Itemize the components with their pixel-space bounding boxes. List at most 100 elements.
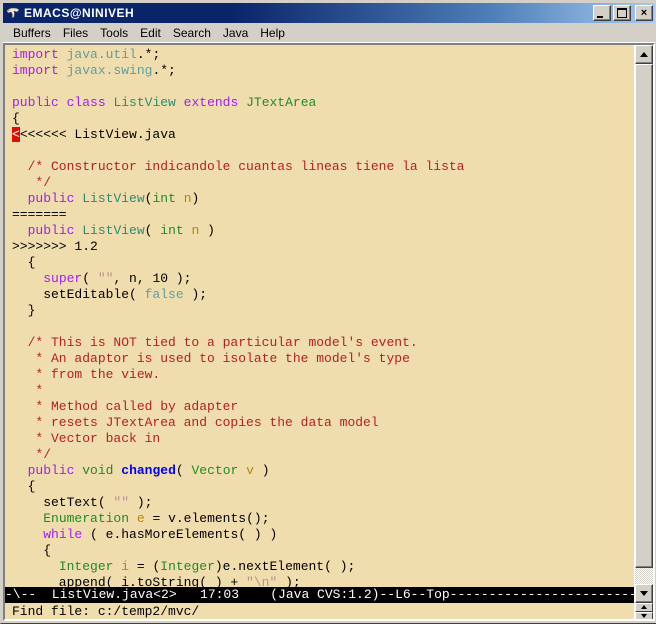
code-token: Integer <box>59 559 114 574</box>
scrollbar-down-button[interactable] <box>635 584 653 603</box>
code-token <box>59 47 67 62</box>
arrow-up-icon <box>640 52 648 57</box>
emacs-gnu-icon <box>5 5 21 21</box>
code-line: * <box>12 383 634 399</box>
code-token: "\n" <box>246 575 277 587</box>
minimize-icon <box>597 16 603 18</box>
code-token: JTextArea <box>246 95 316 110</box>
code-line: super( "", n, 10 ); <box>12 271 634 287</box>
code-column: import java.util.*;import javax.swing.*;… <box>5 45 634 603</box>
minibuffer-scrollbar[interactable] <box>634 603 653 620</box>
minibuffer-scroll-down-button[interactable] <box>635 612 653 621</box>
menu-item-search[interactable]: Search <box>167 24 217 42</box>
code-token: * Vector back in <box>12 431 160 446</box>
main-row: import java.util.*;import javax.swing.*;… <box>5 45 653 603</box>
code-area[interactable]: import java.util.*;import javax.swing.*;… <box>5 45 634 587</box>
code-token: * Method called by adapter <box>12 399 238 414</box>
menu-item-help[interactable]: Help <box>254 24 291 42</box>
scrollbar-trough[interactable] <box>635 568 653 584</box>
code-token: )e.nextElement( ); <box>215 559 355 574</box>
scrollbar-thumb[interactable] <box>635 64 653 568</box>
code-token: .*; <box>137 47 160 62</box>
code-line: { <box>12 111 634 127</box>
code-token: void <box>82 463 113 478</box>
scrollbar-up-button[interactable] <box>635 45 653 64</box>
minibuffer-scroll-up-button[interactable] <box>635 603 653 612</box>
code-token: import <box>12 47 59 62</box>
code-token: changed <box>121 463 176 478</box>
code-token: * An adaptor is used to isolate the mode… <box>12 351 410 366</box>
code-token: .*; <box>152 63 175 78</box>
code-token: Vector <box>191 463 238 478</box>
code-token: "" <box>113 495 129 510</box>
code-line: Integer i = (Integer)e.nextElement( ); <box>12 559 634 575</box>
code-token: append( i.toString( ) + <box>12 575 246 587</box>
text-cursor: < <box>12 127 20 142</box>
code-token: /* Constructor indicandole cuantas linea… <box>12 159 464 174</box>
code-token: setText( <box>12 495 113 510</box>
minimize-button[interactable] <box>593 5 611 21</box>
code-token: = v.elements(); <box>145 511 270 526</box>
code-token <box>129 511 137 526</box>
code-line: Enumeration e = v.elements(); <box>12 511 634 527</box>
code-token <box>12 559 59 574</box>
close-button[interactable]: × <box>635 5 653 21</box>
code-token: int <box>160 223 183 238</box>
code-token <box>12 191 28 206</box>
menu-item-edit[interactable]: Edit <box>134 24 167 42</box>
code-token: ) <box>254 463 270 478</box>
code-line: { <box>12 479 634 495</box>
code-token: public <box>28 223 75 238</box>
code-token: import <box>12 63 59 78</box>
code-token: "" <box>98 271 114 286</box>
menu-item-java[interactable]: Java <box>217 24 254 42</box>
menu-item-buffers[interactable]: Buffers <box>7 24 57 42</box>
code-token: public <box>28 191 75 206</box>
code-token: setEditable( <box>12 287 145 302</box>
code-token: <<<<<< ListView.java <box>20 127 176 142</box>
code-token: /* This is NOT tied to a particular mode… <box>12 335 418 350</box>
maximize-button[interactable] <box>613 5 631 21</box>
code-token: public <box>28 463 75 478</box>
code-token: ) <box>192 191 200 206</box>
title-bar: EMACS@NINIVEH × <box>3 3 655 23</box>
code-token: * <box>12 383 43 398</box>
code-token: { <box>12 255 35 270</box>
code-token: ======= <box>12 207 67 222</box>
code-token <box>238 95 246 110</box>
arrow-down-icon <box>641 614 647 618</box>
code-token: super <box>43 271 82 286</box>
minibuffer-row: Find file: c:/temp2/mvc/ <box>5 603 653 620</box>
code-line <box>12 143 634 159</box>
code-token: ); <box>184 287 207 302</box>
code-token: while <box>43 527 82 542</box>
code-token: n <box>184 191 192 206</box>
minibuffer[interactable]: Find file: c:/temp2/mvc/ <box>5 603 634 620</box>
code-line: setEditable( false ); <box>12 287 634 303</box>
code-token: ( e.hasMoreElements( ) ) <box>82 527 277 542</box>
code-token: int <box>152 191 175 206</box>
code-line: setText( "" ); <box>12 495 634 511</box>
code-token <box>12 511 43 526</box>
vertical-scrollbar[interactable] <box>634 45 653 603</box>
code-line: */ <box>12 175 634 191</box>
menu-item-tools[interactable]: Tools <box>94 24 134 42</box>
code-line: import java.util.*; <box>12 47 634 63</box>
code-token: >>>>>>> 1.2 <box>12 239 98 254</box>
code-line: append( i.toString( ) + "\n" ); <box>12 575 634 587</box>
code-token <box>12 223 28 238</box>
code-token: ( <box>176 463 192 478</box>
code-token: false <box>145 287 184 302</box>
code-token: } <box>12 303 35 318</box>
code-line: import javax.swing.*; <box>12 63 634 79</box>
code-token: ( <box>145 223 161 238</box>
code-token: extends <box>176 95 238 110</box>
code-line: /* Constructor indicandole cuantas linea… <box>12 159 634 175</box>
menu-item-files[interactable]: Files <box>57 24 94 42</box>
code-token: * resets JTextArea and copies the data m… <box>12 415 379 430</box>
code-token <box>59 63 67 78</box>
code-line: <<<<<<< ListView.java <box>12 127 634 143</box>
code-line: } <box>12 303 634 319</box>
code-line: */ <box>12 447 634 463</box>
code-line: >>>>>>> 1.2 <box>12 239 634 255</box>
